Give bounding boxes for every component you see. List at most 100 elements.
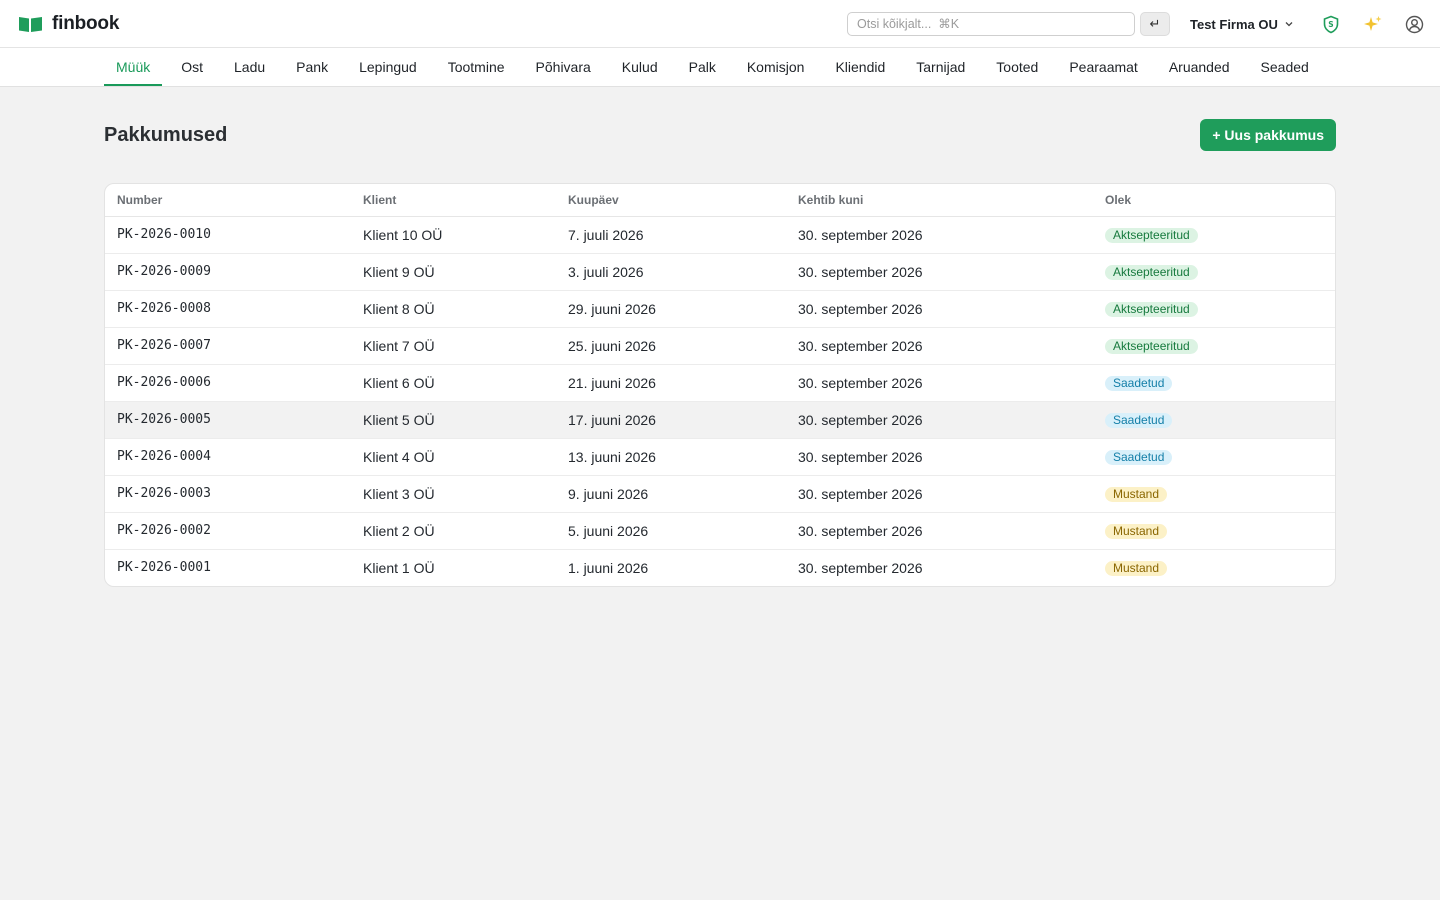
app-name: finbook [52,12,120,34]
status-cell: Saadetud [1093,401,1335,439]
offer-number: PK-2026-0010 [105,216,351,254]
tab-muuk[interactable]: Müük [104,48,163,86]
tab-pohivara[interactable]: Põhivara [524,48,603,86]
offer-date: 7. juuli 2026 [556,216,786,254]
client-name: Klient 1 OÜ [363,559,435,576]
table-row[interactable]: PK-2026-0002 Klient 2 OÜ 5. juuni 2026 30. … [105,512,1335,550]
tab-lepingud[interactable]: Lepingud [347,48,429,86]
tab-tarnijad[interactable]: Tarnijad [904,48,977,86]
top-header: finbook ↵ Test Firma OU S [0,0,1440,48]
offer-number: PK-2026-0001 [117,560,211,576]
status-badge: Aktsepteeritud [1105,265,1198,280]
offer-date: 25. juuni 2026 [556,327,786,365]
tab-kliendid[interactable]: Kliendid [823,48,897,86]
valid-until: 30. september 2026 [786,475,1093,513]
table-row[interactable]: PK-2026-0003 Klient 3 OÜ 9. juuni 2026 30. … [105,475,1335,513]
offer-number: PK-2026-0007 [105,327,351,365]
tab-tooted[interactable]: Tooted [984,48,1050,86]
table-header-row: Number Klient Kuupäev Kehtib kuni Olek [105,184,1335,217]
column-header-valid-until[interactable]: Kehtib kuni [786,184,1093,217]
tab-aruanded[interactable]: Aruanded [1157,48,1242,86]
status-badge: Mustand [1105,487,1168,502]
tab-pank[interactable]: Pank [284,48,340,86]
table-row[interactable]: PK-2026-0004 Klient 4 OÜ 13. juuni 2026 30.… [105,438,1335,476]
new-offer-button[interactable]: + Uus pakkumus [1200,119,1336,151]
column-header-status[interactable]: Olek [1093,184,1335,217]
offer-date: 21. juuni 2026 [556,364,786,402]
valid-until: 30. september 2026 [786,253,1093,291]
status-cell: Aktsepteeritud [1093,290,1335,328]
status-cell: Saadetud [1093,438,1335,476]
client-name: Klient 8 OÜ [351,290,556,328]
page-header: Pakkumused + Uus pakkumus [104,87,1336,183]
status-badge: Saadetud [1105,413,1173,428]
valid-until: 30. september 2026 [798,559,923,576]
table-row[interactable]: PK-2026-0008 Klient 8 OÜ 29. juuni 2026 30.… [105,290,1335,328]
client-name: Klient 5 OÜ [351,401,556,439]
table-row[interactable]: PK-2026-0007 Klient 7 OÜ 25. juuni 2026 30.… [105,327,1335,365]
valid-until: 30. september 2026 [786,512,1093,550]
user-circle-icon[interactable] [1404,13,1426,35]
column-header-number[interactable]: Number [105,184,351,217]
offer-number: PK-2026-0009 [105,253,351,291]
tab-kulud[interactable]: Kulud [610,48,670,86]
client-name: Klient 7 OÜ [351,327,556,365]
table-row[interactable]: PK-2026-0006 Klient 6 OÜ 21. juuni 2026 30.… [105,364,1335,402]
offer-number: PK-2026-0006 [105,364,351,402]
status-cell: Aktsepteeritud [1093,216,1335,254]
offer-date: 3. juuli 2026 [556,253,786,291]
column-header-date[interactable]: Kuupäev [556,184,786,217]
search-submit-button[interactable]: ↵ [1140,12,1170,36]
client-name: Klient 9 OÜ [351,253,556,291]
company-switcher[interactable]: Test Firma OU [1190,17,1294,32]
shield-icon[interactable]: S [1320,13,1342,35]
chevron-down-icon [1284,17,1294,32]
tab-ost[interactable]: Ost [169,48,215,86]
header-actions: ↵ Test Firma OU S [847,0,1426,48]
valid-until: 30. september 2026 [786,327,1093,365]
status-cell: Mustand [1093,512,1335,550]
table-row[interactable]: PK-2026-0001 Klient 1 OÜ 1. juuni 2026 30. … [105,549,1335,586]
valid-until: 30. september 2026 [786,290,1093,328]
offer-date: 13. juuni 2026 [556,438,786,476]
status-badge: Mustand [1105,561,1168,577]
status-badge: Mustand [1105,524,1168,539]
app-logo[interactable]: finbook [18,13,119,35]
client-name: Klient 4 OÜ [351,438,556,476]
client-name: Klient 2 OÜ [351,512,556,550]
status-badge: Saadetud [1105,376,1173,391]
table-row[interactable]: PK-2026-0009 Klient 9 OÜ 3. juuli 2026 30. … [105,253,1335,291]
offer-date: 5. juuni 2026 [556,512,786,550]
status-cell: Mustand [1093,475,1335,513]
status-badge: Aktsepteeritud [1105,339,1198,354]
offer-date: 29. juuni 2026 [556,290,786,328]
offers-table-card: Number Klient Kuupäev Kehtib kuni Olek P… [104,183,1336,587]
tab-ladu[interactable]: Ladu [222,48,277,86]
main-content: Pakkumused + Uus pakkumus Number Klient … [0,87,1440,587]
search-input[interactable] [857,17,1125,31]
valid-until: 30. september 2026 [786,216,1093,254]
column-header-client[interactable]: Klient [351,184,556,217]
tab-seaded[interactable]: Seaded [1249,48,1321,86]
book-logo-icon [18,15,43,33]
enter-icon: ↵ [1149,16,1161,31]
client-name: Klient 6 OÜ [351,364,556,402]
company-name: Test Firma OU [1190,16,1278,32]
tab-tootmine[interactable]: Tootmine [436,48,517,86]
offer-number: PK-2026-0008 [105,290,351,328]
offers-table: Number Klient Kuupäev Kehtib kuni Olek P… [105,184,1335,586]
tab-palk[interactable]: Palk [677,48,728,86]
status-cell: Mustand [1093,549,1335,586]
valid-until: 30. september 2026 [786,438,1093,476]
status-cell: Aktsepteeritud [1093,253,1335,291]
sparkles-icon[interactable] [1362,13,1384,35]
table-row[interactable]: PK-2026-0010 Klient 10 OÜ 7. juuli 2026 30.… [105,216,1335,254]
global-search[interactable] [847,12,1135,36]
tab-komisjon[interactable]: Komisjon [735,48,817,86]
offer-date: 17. juuni 2026 [556,401,786,439]
status-cell: Saadetud [1093,364,1335,402]
valid-until: 30. september 2026 [786,364,1093,402]
tab-pearaamat[interactable]: Pearaamat [1057,48,1149,86]
status-badge: Aktsepteeritud [1105,302,1198,317]
table-row[interactable]: PK-2026-0005 Klient 5 OÜ 17. juuni 2026 30.… [105,401,1335,439]
